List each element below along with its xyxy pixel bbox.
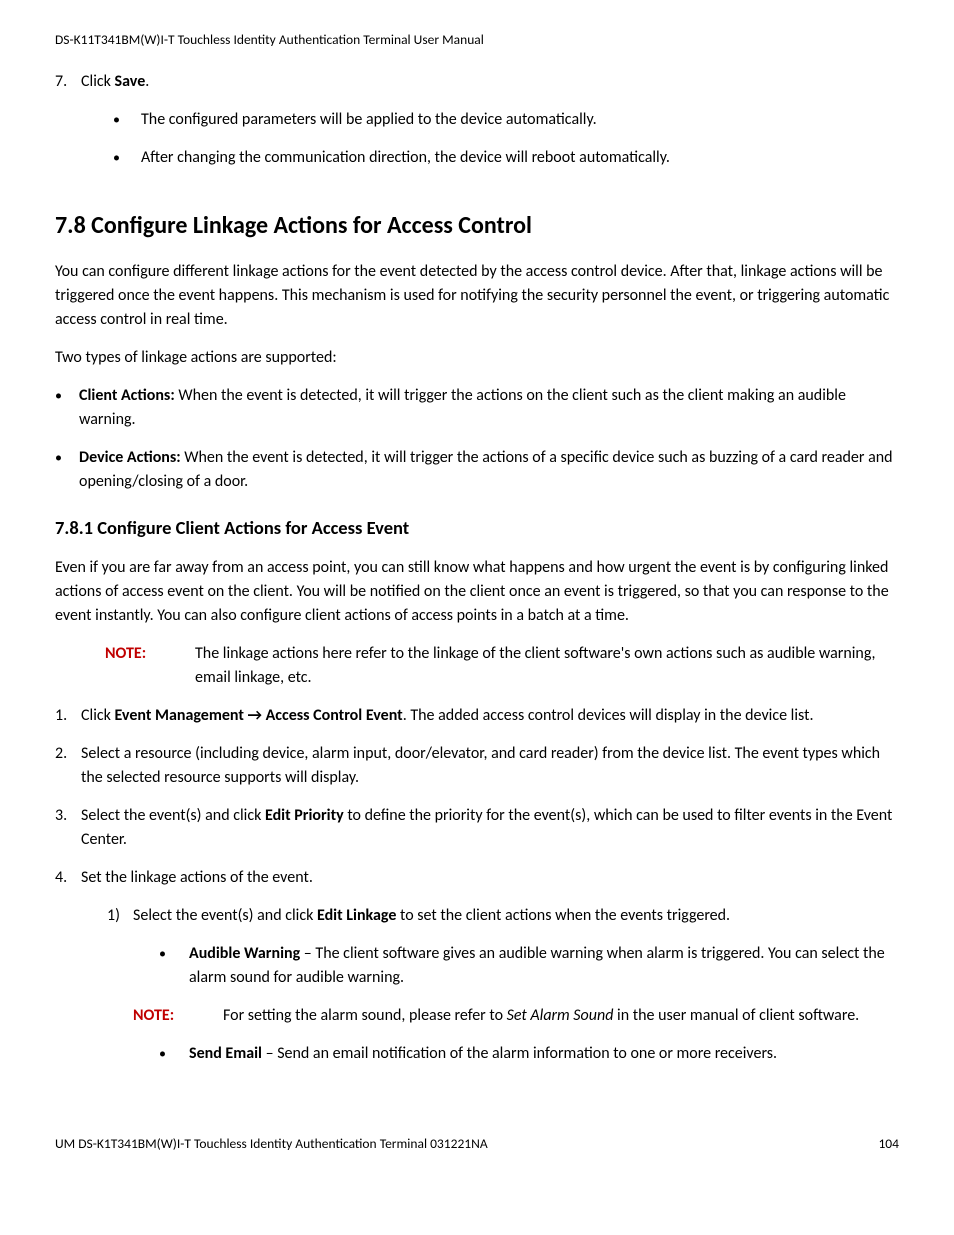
proc-step-4: 4. Set the linkage actions of the event.… bbox=[55, 866, 899, 1094]
procedure-list: 1. Click Event Management → Access Contr… bbox=[55, 704, 899, 1094]
note-block: NOTE: The linkage actions here refer to … bbox=[55, 642, 899, 690]
t: . The added access control devices will … bbox=[403, 706, 814, 725]
send-email-item: Send Email – Send an email notification … bbox=[159, 1042, 899, 1066]
note-label: NOTE: bbox=[133, 1004, 223, 1028]
step-7: 7. Click Save. The configured parameters… bbox=[55, 70, 899, 184]
t-italic: Set Alarm Sound bbox=[507, 1006, 614, 1025]
page-footer: UM DS-K1T341BM(W)I-T Touchless Identity … bbox=[55, 1134, 899, 1154]
t: in the user manual of client software. bbox=[613, 1006, 859, 1025]
sub-step-number: 1) bbox=[107, 904, 133, 1080]
proc-step-3: 3. Select the event(s) and click Edit Pr… bbox=[55, 804, 899, 852]
section-7-8-title: 7.8 Configure Linkage Actions for Access… bbox=[55, 208, 899, 244]
section-7-8-1-para: Even if you are far away from an access … bbox=[55, 556, 899, 628]
sub-step-1: 1) Select the event(s) and click Edit Li… bbox=[107, 904, 899, 1080]
step-content: Click Save. The configured parameters wi… bbox=[81, 70, 899, 184]
section-7-8-1-title: 7.8.1 Configure Client Actions for Acces… bbox=[55, 514, 899, 542]
t-bold: Edit Linkage bbox=[317, 906, 396, 925]
step-number: 7. bbox=[55, 70, 81, 184]
step-content: Select the event(s) and click Edit Prior… bbox=[81, 804, 899, 852]
linkage-options-2: Send Email – Send an email notification … bbox=[133, 1042, 899, 1066]
page-header: DS-K11T341BM(W)I-T Touchless Identity Au… bbox=[55, 30, 899, 50]
section-7-8-para2: Two types of linkage actions are support… bbox=[55, 346, 899, 370]
t-bold: Event Management → Access Control Event bbox=[115, 706, 403, 725]
step-list-continued: 7. Click Save. The configured parameters… bbox=[55, 70, 899, 184]
step-content: Click Event Management → Access Control … bbox=[81, 704, 899, 728]
sub-step-content: Select the event(s) and click Edit Linka… bbox=[133, 904, 899, 1080]
step-number: 2. bbox=[55, 742, 81, 790]
t-bold: Edit Priority bbox=[265, 806, 344, 825]
action-type-client: Client Actions: When the event is detect… bbox=[55, 384, 899, 432]
audible-bold: Audible Warning bbox=[189, 944, 300, 963]
step-content: Select a resource (including device, ala… bbox=[81, 742, 899, 790]
step7-prefix: Click bbox=[81, 72, 115, 91]
note-text: For setting the alarm sound, please refe… bbox=[223, 1004, 899, 1028]
footer-left: UM DS-K1T341BM(W)I-T Touchless Identity … bbox=[55, 1134, 488, 1154]
step7-bullets: The configured parameters will be applie… bbox=[81, 108, 899, 170]
t: to set the client actions when the event… bbox=[396, 906, 730, 925]
linkage-options: Audible Warning – The client software gi… bbox=[133, 942, 899, 990]
proc-step-1: 1. Click Event Management → Access Contr… bbox=[55, 704, 899, 728]
email-text: – Send an email notification of the alar… bbox=[262, 1044, 777, 1063]
device-actions-text: When the event is detected, it will trig… bbox=[79, 448, 893, 491]
email-bold: Send Email bbox=[189, 1044, 262, 1063]
step-content: Set the linkage actions of the event. 1)… bbox=[81, 866, 899, 1094]
bullet-item: The configured parameters will be applie… bbox=[113, 108, 899, 132]
step-number: 4. bbox=[55, 866, 81, 1094]
sub-step-list: 1) Select the event(s) and click Edit Li… bbox=[81, 904, 899, 1080]
step4-text: Set the linkage actions of the event. bbox=[81, 868, 313, 887]
t: Click bbox=[81, 706, 115, 725]
step-number: 3. bbox=[55, 804, 81, 852]
section-7-8-para1: You can configure different linkage acti… bbox=[55, 260, 899, 332]
step7-bold: Save bbox=[115, 72, 146, 91]
device-actions-bold: Device Actions: bbox=[79, 448, 181, 467]
action-type-device: Device Actions: When the event is detect… bbox=[55, 446, 899, 494]
t: For setting the alarm sound, please refe… bbox=[223, 1006, 507, 1025]
action-types-list: Client Actions: When the event is detect… bbox=[55, 384, 899, 494]
client-actions-bold: Client Actions: bbox=[79, 386, 175, 405]
t: Select the event(s) and click bbox=[81, 806, 265, 825]
step-number: 1. bbox=[55, 704, 81, 728]
note-text: The linkage actions here refer to the li… bbox=[195, 642, 899, 690]
step7-suffix: . bbox=[145, 72, 149, 91]
bullet-item: After changing the communication directi… bbox=[113, 146, 899, 170]
t: Select the event(s) and click bbox=[133, 906, 317, 925]
audible-warning-item: Audible Warning – The client software gi… bbox=[159, 942, 899, 990]
proc-step-2: 2. Select a resource (including device, … bbox=[55, 742, 899, 790]
client-actions-text: When the event is detected, it will trig… bbox=[79, 386, 846, 429]
note-label: NOTE: bbox=[105, 642, 195, 690]
footer-page-number: 104 bbox=[878, 1134, 899, 1154]
note-block-deep: NOTE: For setting the alarm sound, pleas… bbox=[133, 1004, 899, 1028]
